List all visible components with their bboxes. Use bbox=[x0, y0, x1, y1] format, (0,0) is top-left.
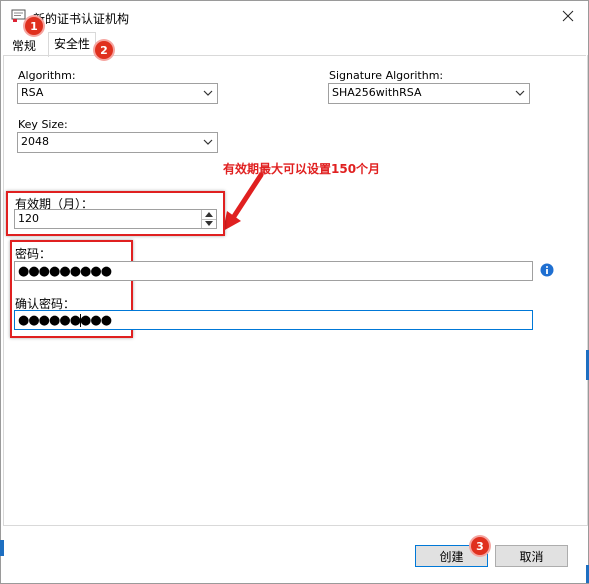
step-badge-1: 1 bbox=[25, 17, 43, 35]
close-icon bbox=[562, 10, 574, 22]
algorithm-select[interactable]: RSA bbox=[17, 83, 218, 104]
password-field[interactable]: ●●●●●●●●● bbox=[14, 261, 533, 281]
chevron-down-icon bbox=[203, 90, 213, 96]
window-edge-left bbox=[0, 540, 4, 556]
app-icon bbox=[11, 9, 26, 22]
arrow-icon bbox=[223, 172, 264, 231]
password-value: ●●●●●●●●● bbox=[18, 264, 112, 279]
password-label: 密码： bbox=[15, 247, 52, 261]
key-size-label: Key Size: bbox=[18, 118, 68, 131]
confirm-password-field[interactable]: ●●●●●●●●● bbox=[14, 310, 533, 330]
step-badge-3: 3 bbox=[471, 537, 489, 555]
tab-strip: 常规 安全性 bbox=[1, 32, 588, 57]
key-size-value: 2048 bbox=[21, 135, 49, 148]
tab-security[interactable]: 安全性 bbox=[48, 32, 97, 57]
algorithm-value: RSA bbox=[21, 86, 44, 99]
cancel-button[interactable]: 取消 bbox=[495, 545, 568, 567]
spin-up-icon bbox=[205, 212, 213, 217]
chevron-down-icon bbox=[515, 90, 525, 96]
spin-down-button[interactable] bbox=[202, 219, 216, 228]
info-icon[interactable] bbox=[540, 263, 554, 277]
key-size-select[interactable]: 2048 bbox=[17, 132, 218, 153]
chevron-down-icon bbox=[203, 139, 213, 145]
close-button[interactable] bbox=[548, 1, 588, 31]
confirm-password-value: ●●●●●●●●● bbox=[18, 313, 112, 328]
spinner-buttons bbox=[201, 210, 216, 228]
signature-algorithm-select[interactable]: SHA256withRSA bbox=[328, 83, 530, 104]
text-caret bbox=[80, 314, 81, 327]
title-bar: 新的证书认证机构 bbox=[1, 1, 588, 31]
validity-spinner[interactable]: 120 bbox=[14, 209, 217, 229]
window-title: 新的证书认证机构 bbox=[33, 12, 130, 26]
spin-down-icon bbox=[205, 221, 213, 226]
signature-algorithm-value: SHA256withRSA bbox=[332, 86, 422, 99]
signature-algorithm-label: Signature Algorithm: bbox=[329, 69, 444, 82]
validity-value: 120 bbox=[18, 212, 39, 225]
dialog-window: 新的证书认证机构 常规 安全性 Algorithm: RSA Signature… bbox=[0, 0, 589, 584]
algorithm-label: Algorithm: bbox=[18, 69, 76, 82]
step-badge-2: 2 bbox=[95, 41, 113, 59]
